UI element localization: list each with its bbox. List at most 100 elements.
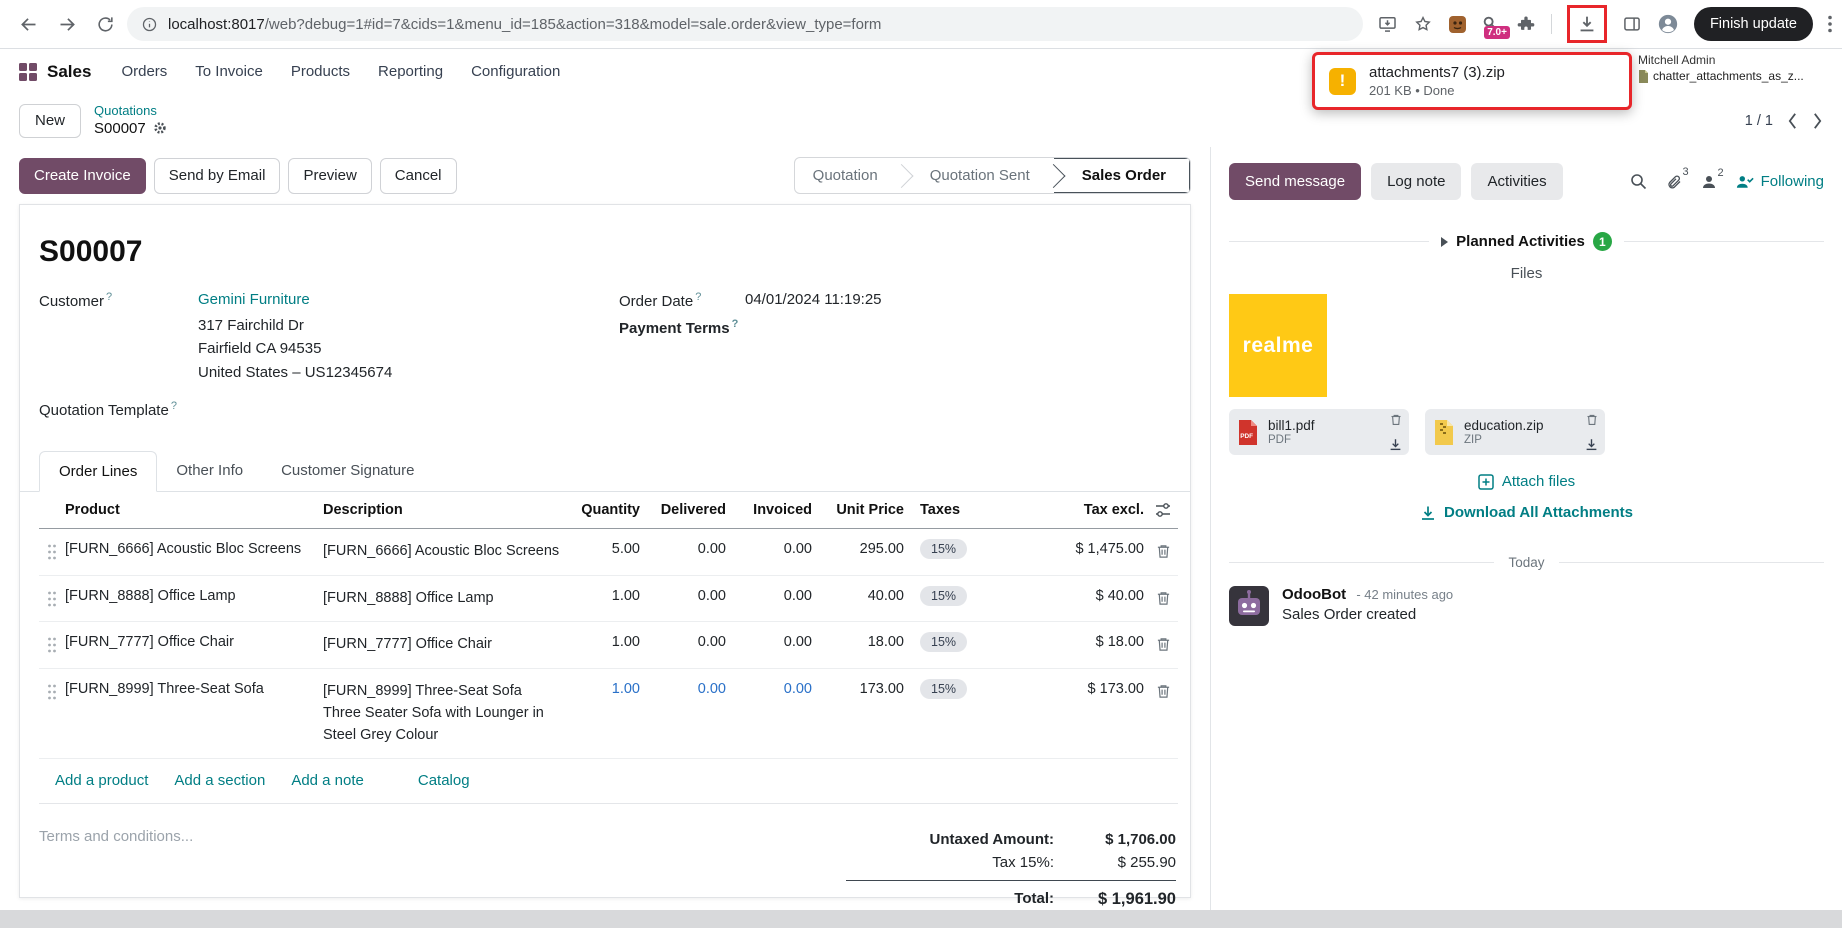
delete-row-icon[interactable] — [1148, 622, 1178, 664]
cell-delivered[interactable]: 0.00 — [644, 576, 730, 616]
menu-orders[interactable]: Orders — [121, 63, 167, 80]
order-line-row[interactable]: [FURN_8999] Three-Seat Sofa [FURN_8999] … — [39, 669, 1178, 759]
tab-customer-signature[interactable]: Customer Signature — [262, 451, 433, 491]
add-note-link[interactable]: Add a note — [291, 772, 364, 789]
cell-quantity[interactable]: 1.00 — [568, 622, 644, 662]
tax-badge[interactable]: 15% — [920, 539, 967, 559]
col-taxes[interactable]: Taxes — [908, 492, 1012, 528]
download-attachment-icon[interactable] — [1389, 438, 1402, 451]
drag-handle-icon[interactable] — [39, 529, 65, 572]
status-sales-order[interactable]: Sales Order — [1054, 158, 1190, 193]
col-unit-price[interactable]: Unit Price — [816, 492, 908, 528]
pager-next-icon[interactable] — [1812, 112, 1823, 130]
catalog-link[interactable]: Catalog — [418, 772, 470, 789]
odoobot-avatar[interactable] — [1229, 586, 1269, 626]
extension-monkey-icon[interactable] — [1448, 15, 1467, 34]
image-attachment-thumbnail[interactable]: realme — [1229, 294, 1327, 397]
order-date-value[interactable]: 04/01/2024 11:19:25 — [745, 291, 882, 310]
col-description[interactable]: Description — [323, 492, 568, 528]
attachment-card[interactable]: PDF bill1.pdf PDF — [1229, 409, 1409, 455]
pager-previous-icon[interactable] — [1787, 112, 1798, 130]
app-name[interactable]: Sales — [47, 62, 91, 82]
cell-description[interactable]: [FURN_6666] Acoustic Bloc Screens — [323, 529, 568, 575]
cell-invoiced[interactable]: 0.00 — [730, 576, 816, 616]
back-icon[interactable] — [18, 14, 39, 35]
search-messages-icon[interactable] — [1630, 173, 1647, 190]
cell-product[interactable]: [FURN_8999] Three-Seat Sofa — [65, 669, 323, 709]
delete-row-icon[interactable] — [1148, 576, 1178, 618]
site-info-icon[interactable] — [141, 16, 158, 33]
cell-delivered[interactable]: 0.00 — [644, 529, 730, 569]
send-by-email-button[interactable]: Send by Email — [154, 158, 281, 194]
col-delivered[interactable]: Delivered — [644, 492, 730, 528]
customer-link[interactable]: Gemini Furniture — [198, 291, 310, 310]
col-invoiced[interactable]: Invoiced — [730, 492, 816, 528]
breadcrumb-parent[interactable]: Quotations — [94, 104, 167, 119]
tab-other-info[interactable]: Other Info — [157, 451, 262, 491]
status-quotation-sent[interactable]: Quotation Sent — [902, 158, 1054, 193]
log-note-button[interactable]: Log note — [1371, 163, 1461, 200]
status-quotation[interactable]: Quotation — [795, 158, 902, 193]
cell-unit-price[interactable]: 18.00 — [816, 622, 908, 662]
delete-attachment-icon[interactable] — [1390, 413, 1402, 426]
forward-icon[interactable] — [57, 14, 78, 35]
drag-handle-icon[interactable] — [39, 576, 65, 619]
order-line-row[interactable]: [FURN_8888] Office Lamp [FURN_8888] Offi… — [39, 576, 1178, 623]
col-subtotal[interactable]: Tax excl. — [1012, 492, 1148, 528]
menu-to-invoice[interactable]: To Invoice — [195, 63, 263, 80]
user-name[interactable]: Mitchell Admin — [1638, 53, 1838, 67]
send-message-button[interactable]: Send message — [1229, 163, 1361, 200]
col-quantity[interactable]: Quantity — [568, 492, 644, 528]
cell-product[interactable]: [FURN_7777] Office Chair — [65, 622, 323, 662]
menu-products[interactable]: Products — [291, 63, 350, 80]
downloads-icon[interactable] — [1576, 13, 1598, 35]
preview-button[interactable]: Preview — [288, 158, 371, 194]
tax-badge[interactable]: 15% — [920, 632, 967, 652]
cell-description[interactable]: [FURN_8999] Three-Seat Sofa Three Seater… — [323, 669, 568, 758]
cell-unit-price[interactable]: 173.00 — [816, 669, 908, 709]
cell-invoiced[interactable]: 0.00 — [730, 669, 816, 709]
planned-activities-toggle[interactable]: Planned Activities 1 — [1441, 232, 1612, 251]
menu-configuration[interactable]: Configuration — [471, 63, 560, 80]
extensions-puzzle-icon[interactable] — [1516, 14, 1536, 34]
optional-columns-icon[interactable] — [1148, 492, 1178, 527]
bookmark-star-icon[interactable] — [1413, 14, 1433, 34]
cell-invoiced[interactable]: 0.00 — [730, 622, 816, 662]
cell-quantity[interactable]: 1.00 — [568, 576, 644, 616]
reload-icon[interactable] — [96, 15, 115, 34]
message-author[interactable]: OdooBot — [1282, 586, 1346, 603]
cell-invoiced[interactable]: 0.00 — [730, 529, 816, 569]
attachments-icon[interactable]: 3 — [1666, 173, 1682, 190]
terms-placeholder[interactable]: Terms and conditions... — [39, 828, 193, 912]
attach-files-button[interactable]: Attach files — [1229, 473, 1824, 490]
drag-handle-icon[interactable] — [39, 669, 65, 712]
add-section-link[interactable]: Add a section — [174, 772, 265, 789]
cancel-button[interactable]: Cancel — [380, 158, 457, 194]
address-bar[interactable]: localhost:8017/web?debug=1#id=7&cids=1&m… — [127, 7, 1363, 41]
drag-handle-icon[interactable] — [39, 622, 65, 665]
install-app-icon[interactable] — [1377, 14, 1398, 34]
cell-quantity[interactable]: 5.00 — [568, 529, 644, 569]
tax-badge[interactable]: 15% — [920, 586, 967, 606]
finish-update-button[interactable]: Finish update — [1694, 7, 1813, 41]
cell-quantity[interactable]: 1.00 — [568, 669, 644, 709]
order-line-row[interactable]: [FURN_7777] Office Chair [FURN_7777] Off… — [39, 622, 1178, 669]
cell-product[interactable]: [FURN_6666] Acoustic Bloc Screens — [65, 529, 323, 569]
cell-delivered[interactable]: 0.00 — [644, 622, 730, 662]
col-product[interactable]: Product — [65, 492, 323, 528]
download-attachment-icon[interactable] — [1585, 438, 1598, 451]
help-marker[interactable]: ? — [171, 400, 177, 412]
delete-row-icon[interactable] — [1148, 669, 1178, 711]
apps-menu-icon[interactable] — [19, 63, 37, 81]
delete-row-icon[interactable] — [1148, 529, 1178, 571]
cell-unit-price[interactable]: 295.00 — [816, 529, 908, 569]
add-product-link[interactable]: Add a product — [55, 772, 148, 789]
download-all-attachments-button[interactable]: Download All Attachments — [1229, 504, 1824, 521]
cell-product[interactable]: [FURN_8888] Office Lamp — [65, 576, 323, 616]
activities-button[interactable]: Activities — [1471, 163, 1562, 200]
cell-delivered[interactable]: 0.00 — [644, 669, 730, 709]
cell-description[interactable]: [FURN_8888] Office Lamp — [323, 576, 568, 622]
order-line-row[interactable]: [FURN_6666] Acoustic Bloc Screens [FURN_… — [39, 529, 1178, 576]
side-panel-icon[interactable] — [1622, 14, 1642, 34]
help-marker[interactable]: ? — [695, 291, 701, 303]
